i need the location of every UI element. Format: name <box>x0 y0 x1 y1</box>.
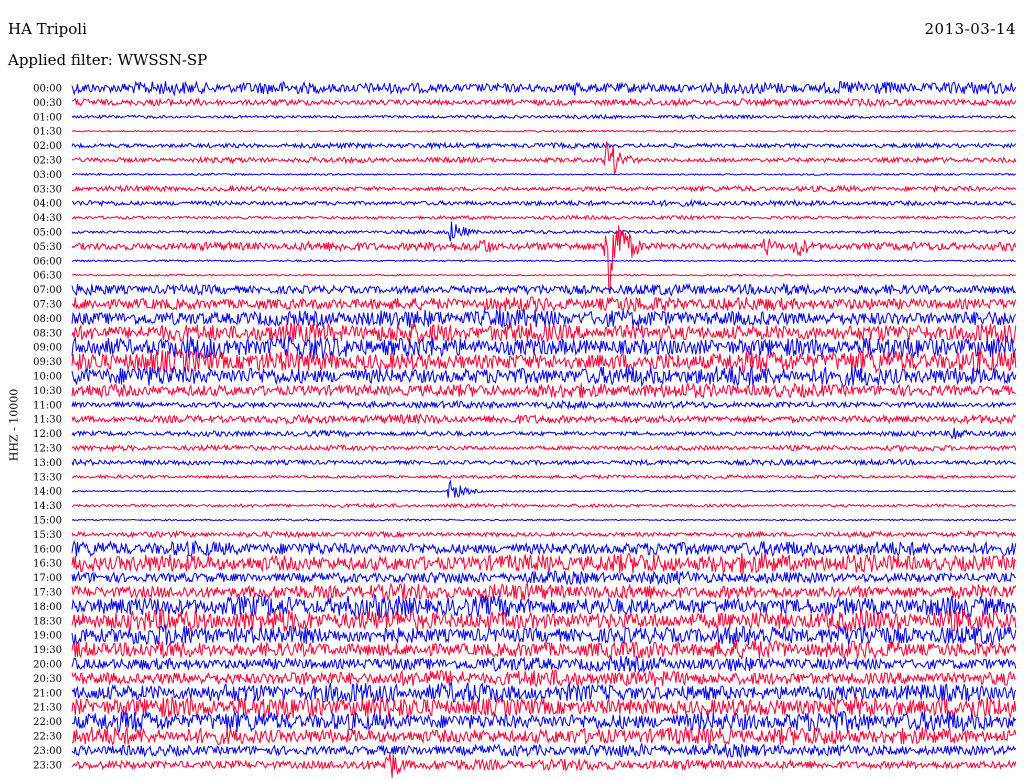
row-time-label: 04:30 <box>33 213 62 224</box>
row-time-label: 14:00 <box>33 487 62 498</box>
seismic-trace <box>71 502 1017 509</box>
seismic-trace <box>72 184 1017 194</box>
seismic-trace <box>71 624 1017 647</box>
row-time-label: 18:00 <box>33 602 62 613</box>
row-time-label: 10:00 <box>33 372 62 383</box>
row-time-label: 01:00 <box>33 112 62 123</box>
row-time-label: 21:00 <box>33 688 62 699</box>
row-time-label: 19:00 <box>33 631 62 642</box>
row-time-label: 13:00 <box>33 458 62 469</box>
seismic-trace <box>71 655 1017 674</box>
row-time-label: 07:30 <box>33 300 62 311</box>
helicorder-chart: 00:00 00:30 01:00 01:30 02:00 02:30 03:00 03:30… <box>33 80 1017 778</box>
seismic-trace <box>71 443 1017 453</box>
row-time-label: 14:30 <box>33 501 62 512</box>
row-time-label: 16:30 <box>33 559 62 570</box>
row-time-label: 08:30 <box>33 328 62 339</box>
row-time-label: 22:30 <box>33 732 62 743</box>
row-time-label: 05:30 <box>33 242 62 253</box>
row-time-label: 06:00 <box>33 256 62 267</box>
seismic-trace <box>71 347 1017 375</box>
seismic-trace <box>71 473 1016 480</box>
seismic-trace <box>71 113 1016 121</box>
row-time-label: 05:00 <box>33 228 62 239</box>
seismic-trace <box>71 457 1017 467</box>
row-time-label: 17:00 <box>33 573 62 584</box>
row-time-label: 08:00 <box>33 314 62 325</box>
seismic-trace <box>71 129 1016 133</box>
seismic-trace <box>71 399 1017 411</box>
seismic-trace <box>71 273 1016 278</box>
seismic-trace <box>71 413 1017 426</box>
seismic-trace <box>71 221 1017 242</box>
row-time-label: 15:30 <box>33 530 62 541</box>
row-time-label: 12:30 <box>33 444 62 455</box>
seismic-trace <box>71 552 1017 575</box>
seismic-trace <box>71 382 1016 399</box>
row-time-label: 18:30 <box>33 616 62 627</box>
seismic-trace <box>71 753 1017 778</box>
row-time-label: 23:30 <box>33 760 62 771</box>
seismic-trace <box>71 529 1017 539</box>
row-time-label: 10:30 <box>33 386 62 397</box>
row-time-label: 09:30 <box>33 357 62 368</box>
seismic-trace <box>71 282 1017 297</box>
seismic-trace <box>71 695 1017 719</box>
seismic-trace <box>71 742 1017 759</box>
seismic-trace <box>71 479 1016 498</box>
seismic-trace <box>71 172 1017 177</box>
seismic-trace <box>71 296 1017 313</box>
seismic-trace <box>71 726 1017 746</box>
row-time-label: 12:00 <box>33 429 62 440</box>
row-time-label: 04:00 <box>33 199 62 210</box>
seismic-trace <box>71 308 1017 329</box>
seismic-trace <box>71 80 1017 97</box>
seismic-trace <box>71 259 1016 263</box>
row-time-label: 15:00 <box>33 516 62 527</box>
row-time-label: 11:30 <box>33 415 62 426</box>
row-time-label: 09:00 <box>33 343 62 354</box>
row-time-label: 13:30 <box>33 472 62 483</box>
seismic-trace <box>71 427 1017 440</box>
row-time-label: 20:00 <box>33 660 62 671</box>
seismic-trace <box>71 539 1017 558</box>
row-time-label: 21:30 <box>33 703 62 714</box>
row-time-label: 03:30 <box>33 184 62 195</box>
seismic-trace <box>71 640 1017 661</box>
row-time-label: 01:30 <box>33 127 62 138</box>
seismic-trace <box>71 669 1016 688</box>
row-time-label: 16:00 <box>33 544 62 555</box>
row-time-label: 02:30 <box>33 156 62 167</box>
row-time-label: 17:30 <box>33 588 62 599</box>
row-time-label: 07:00 <box>33 285 62 296</box>
row-time-label: 19:30 <box>33 645 62 656</box>
row-time-label: 22:00 <box>33 717 62 728</box>
seismic-trace <box>71 365 1017 388</box>
row-time-label: 20:30 <box>33 674 62 685</box>
row-time-label: 23:00 <box>33 746 62 757</box>
seismic-trace <box>71 570 1016 586</box>
seismic-trace <box>71 214 1017 221</box>
row-time-label: 06:30 <box>33 271 62 282</box>
row-time-label: 00:00 <box>33 84 62 95</box>
seismic-trace <box>71 518 1017 522</box>
seismic-trace <box>71 97 1017 108</box>
seismic-trace <box>71 198 1016 208</box>
seismic-trace <box>71 140 1017 151</box>
seismic-trace <box>71 608 1017 633</box>
seismic-trace <box>71 225 1017 295</box>
row-time-label: 00:30 <box>33 98 62 109</box>
seismic-trace <box>71 582 1017 602</box>
row-time-label: 02:00 <box>33 141 62 152</box>
row-time-label: 03:00 <box>33 170 62 181</box>
row-time-label: 11:00 <box>33 400 62 411</box>
